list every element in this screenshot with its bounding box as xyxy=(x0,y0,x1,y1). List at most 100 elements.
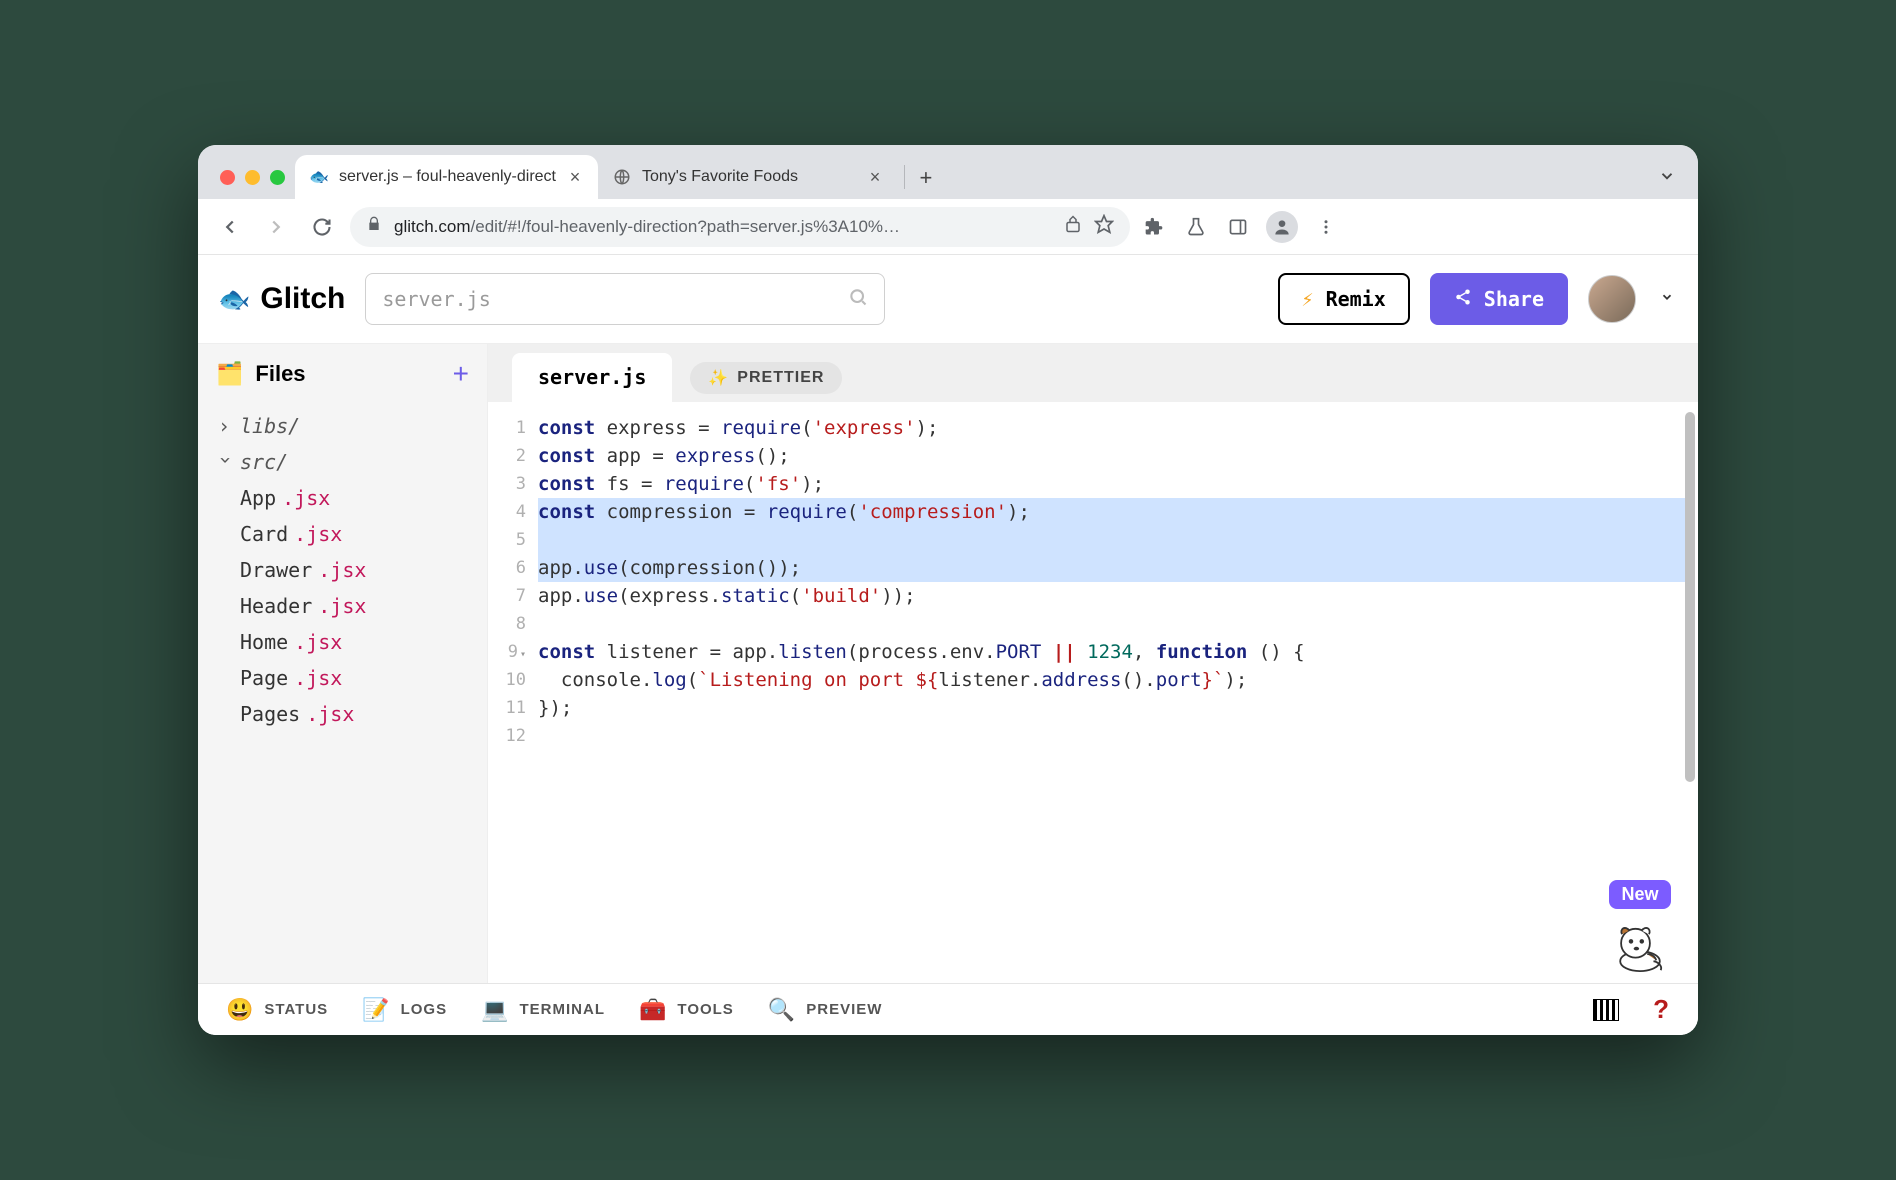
close-window-button[interactable] xyxy=(220,170,235,185)
side-panel-icon[interactable] xyxy=(1224,213,1252,241)
search-icon xyxy=(848,287,868,312)
preview-icon: 🔍 xyxy=(768,997,796,1023)
file-item[interactable]: Pages.jsx xyxy=(210,696,487,732)
file-name: Drawer xyxy=(240,558,312,582)
editor-scrollbar[interactable] xyxy=(1685,412,1695,782)
browser-tab-inactive[interactable]: Tony's Favorite Foods × xyxy=(598,155,898,199)
file-ext: .jsx xyxy=(294,630,342,654)
files-header-label: Files xyxy=(255,361,305,387)
file-ext: .jsx xyxy=(294,666,342,690)
file-item[interactable]: Home.jsx xyxy=(210,624,487,660)
user-menu-chevron-icon[interactable] xyxy=(1656,290,1678,309)
line-number: 9 xyxy=(488,638,526,666)
add-file-button[interactable]: + xyxy=(453,358,469,390)
window-controls xyxy=(214,170,295,199)
terminal-icon: 💻 xyxy=(481,997,509,1023)
file-name: Page xyxy=(240,666,288,690)
line-number: 3 xyxy=(488,470,526,498)
prettier-button[interactable]: ✨ PRETTIER xyxy=(690,362,842,394)
line-number: 4 xyxy=(488,498,526,526)
share-button[interactable]: Share xyxy=(1430,273,1568,325)
file-ext: .jsx xyxy=(318,558,366,582)
profile-avatar-icon[interactable] xyxy=(1266,211,1298,243)
code-editor[interactable]: 123456789101112 const express = require(… xyxy=(488,402,1698,983)
file-item[interactable]: Card.jsx xyxy=(210,516,487,552)
tab-title: server.js – foul-heavenly-direct xyxy=(339,168,556,186)
piano-icon[interactable] xyxy=(1593,999,1619,1021)
bottombar-tools[interactable]: 🧰TOOLS xyxy=(639,997,734,1023)
line-number: 6 xyxy=(488,554,526,582)
share-icon[interactable] xyxy=(1064,215,1082,238)
tabs-overflow-button[interactable] xyxy=(1652,161,1682,191)
file-name: App xyxy=(240,486,276,510)
url-field[interactable]: glitch.com/edit/#!/foul-heavenly-directi… xyxy=(350,207,1130,247)
tab-separator xyxy=(904,165,905,189)
file-name: Pages xyxy=(240,702,300,726)
folder-src[interactable]: › src/ xyxy=(210,444,487,480)
prettier-label: PRETTIER xyxy=(737,369,824,387)
code-line: app.use(compression()); xyxy=(538,554,1688,582)
code-content[interactable]: const express = require('express');const… xyxy=(532,402,1698,983)
status-icon: 😃 xyxy=(226,997,254,1023)
url-text: glitch.com/edit/#!/foul-heavenly-directi… xyxy=(394,217,1052,237)
code-line: }); xyxy=(538,694,1688,722)
line-number: 11 xyxy=(488,694,526,722)
address-bar: glitch.com/edit/#!/foul-heavenly-directi… xyxy=(198,199,1698,255)
extensions-icon[interactable] xyxy=(1140,213,1168,241)
logs-icon: 📝 xyxy=(362,997,390,1023)
chevron-right-icon: › xyxy=(218,414,234,438)
glitch-logo[interactable]: 🐟 Glitch xyxy=(218,282,345,316)
file-item[interactable]: App.jsx xyxy=(210,480,487,516)
dog-mascot-icon xyxy=(1604,917,1676,973)
close-tab-icon[interactable]: × xyxy=(866,168,884,186)
code-line xyxy=(538,722,1688,750)
maximize-window-button[interactable] xyxy=(270,170,285,185)
file-ext: .jsx xyxy=(282,486,330,510)
bottombar-preview[interactable]: 🔍PREVIEW xyxy=(768,997,883,1023)
help-button[interactable]: ? xyxy=(1653,994,1670,1025)
file-item[interactable]: Header.jsx xyxy=(210,588,487,624)
line-number: 8 xyxy=(488,610,526,638)
bottombar-terminal[interactable]: 💻TERMINAL xyxy=(481,997,605,1023)
line-number: 1 xyxy=(488,414,526,442)
lock-icon xyxy=(366,216,382,237)
new-tab-button[interactable]: + xyxy=(911,163,941,193)
minimize-window-button[interactable] xyxy=(245,170,260,185)
labs-icon[interactable] xyxy=(1182,213,1210,241)
reload-button[interactable] xyxy=(304,209,340,245)
kebab-menu-icon[interactable] xyxy=(1312,213,1340,241)
share-label: Share xyxy=(1484,287,1544,311)
folder-libs[interactable]: › libs/ xyxy=(210,408,487,444)
close-tab-icon[interactable]: × xyxy=(566,168,584,186)
star-icon[interactable] xyxy=(1094,214,1114,239)
line-number: 7 xyxy=(488,582,526,610)
folder-name: libs/ xyxy=(240,414,300,438)
code-line: const compression = require('compression… xyxy=(538,498,1688,526)
new-badge-label: New xyxy=(1621,884,1658,904)
new-badge[interactable]: New xyxy=(1609,880,1670,909)
line-number: 10 xyxy=(488,666,526,694)
tools-icon: 🧰 xyxy=(639,997,667,1023)
browser-tab-bar: 🐟 server.js – foul-heavenly-direct × Ton… xyxy=(198,145,1698,199)
code-line: const app = express(); xyxy=(538,442,1688,470)
user-avatar[interactable] xyxy=(1588,275,1636,323)
workspace: 🗂️ Files + › libs/ › src/ App.jsxCard.js… xyxy=(198,343,1698,983)
files-drawer-icon: 🗂️ xyxy=(216,361,243,387)
file-item[interactable]: Page.jsx xyxy=(210,660,487,696)
line-number: 12 xyxy=(488,722,526,750)
editor-tab-active[interactable]: server.js xyxy=(512,353,672,403)
bottombar-logs[interactable]: 📝LOGS xyxy=(362,997,447,1023)
browser-tab-active[interactable]: 🐟 server.js – foul-heavenly-direct × xyxy=(295,155,598,199)
lightning-icon: ⚡ xyxy=(1302,287,1314,311)
code-line: const listener = app.listen(process.env.… xyxy=(538,638,1688,666)
forward-button[interactable] xyxy=(258,209,294,245)
remix-button[interactable]: ⚡ Remix xyxy=(1278,273,1410,325)
bottombar-status[interactable]: 😃STATUS xyxy=(226,997,328,1023)
back-button[interactable] xyxy=(212,209,248,245)
code-line: const express = require('express'); xyxy=(538,414,1688,442)
code-line: app.use(express.static('build')); xyxy=(538,582,1688,610)
editor-pane: server.js ✨ PRETTIER 123456789101112 con… xyxy=(488,344,1698,983)
file-item[interactable]: Drawer.jsx xyxy=(210,552,487,588)
file-ext: .jsx xyxy=(306,702,354,726)
search-input[interactable]: server.js xyxy=(365,273,885,325)
